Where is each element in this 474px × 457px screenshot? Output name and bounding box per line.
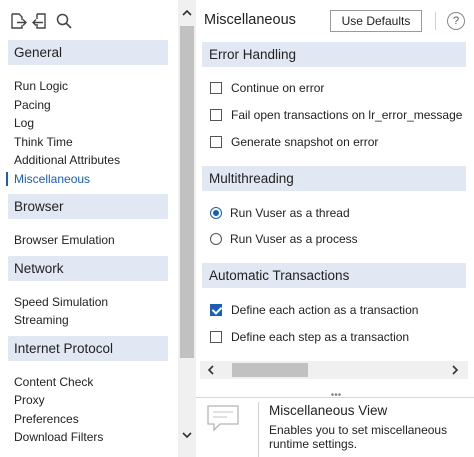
import-icon[interactable] (32, 12, 50, 30)
run-as-thread-radio[interactable] (210, 207, 222, 219)
sidebar-item-miscellaneous[interactable]: Miscellaneous (6, 170, 168, 189)
comment-icon (206, 404, 240, 434)
sidebar-item-preferences[interactable]: Preferences (8, 410, 168, 429)
section-header-error-handling: Error Handling (202, 42, 466, 67)
splitter-grip-icon[interactable]: ••• (325, 391, 347, 401)
search-icon[interactable] (55, 12, 73, 30)
chevron-left-icon[interactable] (202, 361, 220, 379)
continue-on-error-checkbox[interactable] (210, 82, 222, 94)
page-title: Miscellaneous (204, 12, 296, 28)
run-as-process-option[interactable]: Run Vuser as a process (210, 231, 358, 249)
continue-on-error-option[interactable]: Continue on error (210, 80, 324, 98)
option-label: Define each step as a transaction (231, 330, 410, 344)
generate-snapshot-checkbox[interactable] (210, 136, 222, 148)
fail-open-transactions-checkbox[interactable] (210, 109, 222, 121)
section-header-multithreading: Multithreading (202, 166, 466, 191)
sidebar-item-pacing[interactable]: Pacing (8, 96, 168, 115)
info-description: Enables you to set miscellaneous runtime… (269, 423, 448, 451)
panel-horizontal-scrollbar[interactable] (200, 361, 468, 379)
option-label: Run Vuser as a process (230, 232, 358, 246)
sidebar-item-browser-emulation[interactable]: Browser Emulation (8, 231, 168, 250)
sidebar-item-proxy[interactable]: Proxy (8, 391, 168, 410)
sidebar-scrollbar-thumb[interactable] (180, 26, 194, 358)
settings-sidebar: General Run Logic Pacing Log Think Time … (0, 0, 196, 457)
section-header-automatic-transactions: Automatic Transactions (202, 263, 466, 288)
settings-panel: Miscellaneous Use Defaults ? Error Handl… (196, 0, 474, 457)
sidebar-item-download-filters[interactable]: Download Filters (8, 428, 168, 447)
step-as-transaction-checkbox[interactable] (210, 331, 222, 343)
nav-group-header-general: General (8, 40, 168, 65)
export-icon[interactable] (9, 12, 27, 30)
use-defaults-button[interactable]: Use Defaults (330, 10, 422, 32)
chevron-right-icon[interactable] (446, 361, 464, 379)
action-as-transaction-option[interactable]: Define each action as a transaction (210, 302, 418, 320)
option-label: Run Vuser as a thread (230, 206, 350, 220)
chevron-up-icon[interactable] (178, 4, 196, 22)
option-label: Fail open transactions on lr_error_messa… (231, 108, 463, 122)
sidebar-item-log[interactable]: Log (8, 114, 168, 133)
panel-header: Miscellaneous Use Defaults ? (196, 0, 474, 40)
nav-group-header-browser: Browser (8, 194, 168, 219)
option-label: Generate snapshot on error (231, 135, 379, 149)
step-as-transaction-option[interactable]: Define each step as a transaction (210, 329, 409, 347)
sidebar-item-additional-attributes[interactable]: Additional Attributes (8, 151, 168, 170)
help-icon[interactable]: ? (447, 12, 465, 30)
generate-snapshot-option[interactable]: Generate snapshot on error (210, 134, 378, 152)
run-as-process-radio[interactable] (210, 233, 222, 245)
run-as-thread-option[interactable]: Run Vuser as a thread (210, 205, 350, 223)
sidebar-item-speed-simulation[interactable]: Speed Simulation (8, 293, 168, 312)
horizontal-scrollbar-thumb[interactable] (232, 363, 308, 377)
chevron-down-icon[interactable] (178, 426, 196, 444)
action-as-transaction-checkbox[interactable] (210, 304, 222, 316)
nav-group-header-internet-protocol: Internet Protocol (8, 335, 168, 361)
sidebar-item-think-time[interactable]: Think Time (8, 133, 168, 152)
sidebar-scrollbar[interactable] (178, 0, 196, 457)
sidebar-item-content-check[interactable]: Content Check (8, 373, 168, 392)
fail-open-transactions-option[interactable]: Fail open transactions on lr_error_messa… (210, 107, 462, 125)
sidebar-item-streaming[interactable]: Streaming (8, 311, 168, 330)
option-label: Continue on error (231, 81, 325, 95)
sidebar-item-run-logic[interactable]: Run Logic (8, 77, 168, 96)
header-divider (435, 12, 436, 30)
sidebar-toolbar (0, 0, 178, 40)
info-title: Miscellaneous View (269, 403, 388, 418)
option-label: Define each action as a transaction (231, 303, 419, 317)
nav-group-header-network: Network (8, 255, 168, 281)
settings-nav: General Run Logic Pacing Log Think Time … (6, 40, 168, 453)
info-divider (258, 402, 259, 457)
